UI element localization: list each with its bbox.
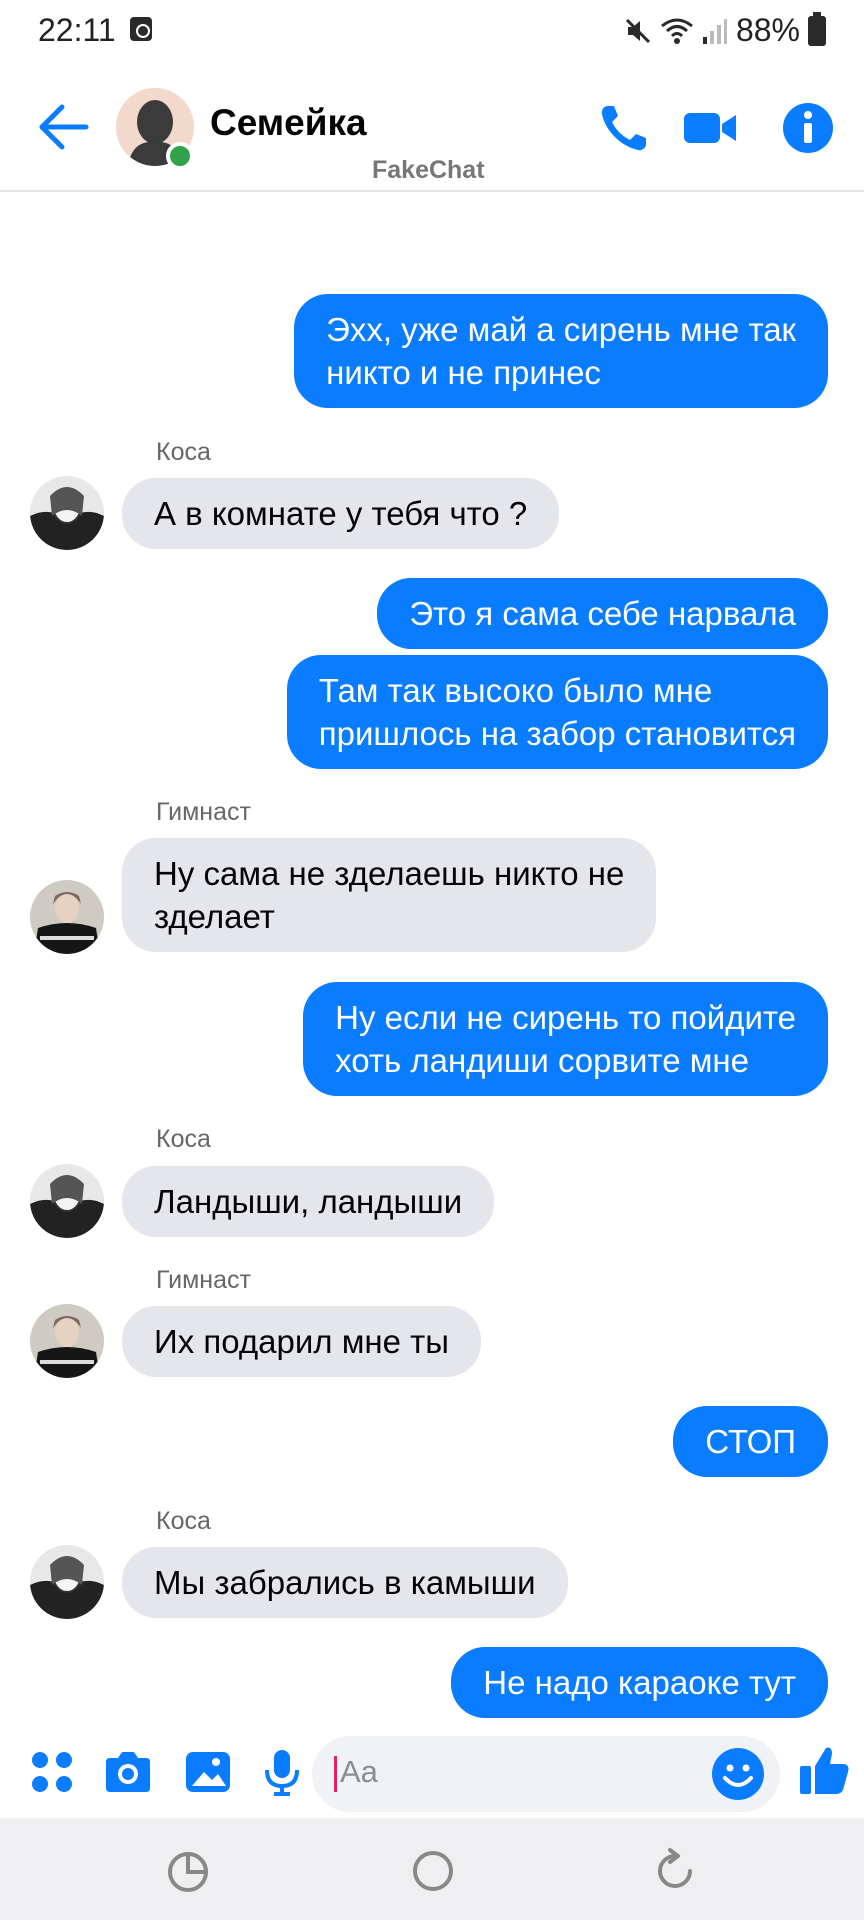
outgoing-message[interactable]: СТОП — [673, 1406, 828, 1477]
notification-icon — [130, 17, 152, 41]
status-bar: 22:11 88% — [0, 0, 864, 62]
sender-name: Коса — [156, 1125, 211, 1153]
avatar-kosa[interactable] — [30, 1164, 104, 1238]
outgoing-message[interactable]: Ну если не сирень то пойдите хоть ландиш… — [303, 982, 828, 1096]
system-nav-bar — [0, 1818, 864, 1920]
message-input[interactable]: Aa — [312, 1736, 780, 1812]
rotate-icon[interactable] — [650, 1846, 700, 1896]
sender-name: Гимнаст — [156, 798, 251, 826]
mute-icon — [625, 18, 651, 43]
status-indicators: 88% — [624, 11, 826, 49]
info-icon[interactable] — [780, 100, 836, 156]
outgoing-message[interactable]: Там так высоко было мне пришлось на забо… — [286, 655, 828, 769]
sender-name: Коса — [156, 1507, 211, 1535]
outgoing-message[interactable]: Не надо караоке тут — [451, 1647, 828, 1718]
home-icon[interactable] — [408, 1846, 458, 1896]
chat-header: Семейка FakeChat — [0, 62, 864, 192]
sender-name: Коса — [156, 438, 211, 466]
back-arrow-icon[interactable] — [36, 102, 92, 152]
online-status-dot — [166, 142, 194, 170]
video-camera-icon[interactable] — [682, 100, 738, 156]
status-time: 22:11 — [38, 12, 116, 48]
avatar-gimnast[interactable] — [30, 1304, 104, 1378]
incoming-message[interactable]: А в комнате у тебя что ? — [122, 478, 560, 549]
assistant-icon[interactable] — [164, 1846, 214, 1896]
incoming-message[interactable]: Мы забрались в камыши — [122, 1547, 568, 1618]
thumbs-up-icon[interactable] — [796, 1742, 852, 1798]
message-list[interactable]: Эхх, уже май а сирень мне так никто и не… — [0, 194, 864, 1730]
avatar-kosa[interactable] — [30, 1545, 104, 1619]
chat-title[interactable]: Семейка — [210, 102, 367, 144]
message-composer: Aa — [0, 1730, 864, 1818]
avatar-gimnast[interactable] — [30, 880, 104, 954]
outgoing-message[interactable]: Это я сама себе нарвала — [377, 578, 828, 649]
gallery-icon[interactable] — [182, 1746, 234, 1798]
incoming-message[interactable]: Ну сама не зделаешь никто не зделает — [122, 838, 657, 952]
emoji-icon[interactable] — [710, 1746, 766, 1802]
sender-name: Гимнаст — [156, 1266, 251, 1294]
signal-icon — [702, 18, 727, 44]
battery-icon — [808, 11, 826, 46]
incoming-message[interactable]: Ландыши, ландыши — [122, 1166, 495, 1237]
outgoing-message[interactable]: Эхх, уже май а сирень мне так никто и не… — [294, 294, 828, 408]
message-input-placeholder: Aa — [340, 1754, 378, 1789]
avatar-kosa[interactable] — [30, 476, 104, 550]
microphone-icon[interactable] — [256, 1746, 308, 1798]
wifi-icon — [661, 18, 693, 44]
incoming-message[interactable]: Их подарил мне ты — [122, 1306, 481, 1377]
phone-icon[interactable] — [596, 100, 652, 156]
battery-percent: 88% — [735, 12, 800, 48]
text-cursor — [334, 1756, 337, 1792]
camera-icon[interactable] — [102, 1746, 154, 1798]
apps-grid-icon[interactable] — [26, 1746, 78, 1798]
watermark: FakeChat — [372, 156, 485, 184]
